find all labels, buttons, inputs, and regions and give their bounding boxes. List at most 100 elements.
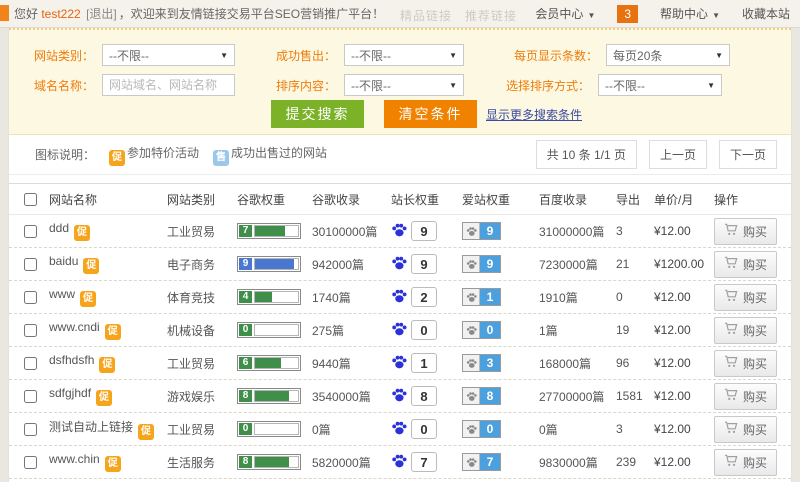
background-nav-links: 精品链接 推荐链接 <box>400 9 518 23</box>
pagerank-value: 9 <box>239 258 252 270</box>
logout-link[interactable]: [退出] <box>86 7 117 21</box>
row-checkbox[interactable] <box>24 389 37 403</box>
baidu-paw-icon <box>391 354 407 373</box>
buy-button[interactable]: 购买 <box>714 316 778 344</box>
member-center-menu[interactable]: 会员中心 ▼ <box>535 5 595 22</box>
baidu-rank-cell: 0 <box>391 419 462 439</box>
site-name-link[interactable]: ddd 促 <box>49 221 91 241</box>
cart-icon <box>724 454 738 470</box>
buy-button[interactable]: 购买 <box>714 217 778 245</box>
more-filters-link[interactable]: 显示更多搜索条件 <box>486 106 582 123</box>
site-name-link[interactable]: www.chin 促 <box>49 452 121 472</box>
table-row: ddd 促 工业贸易 7 30100000篇 9 9 31000000篇 3 ¥12.00 购买 <box>9 215 791 248</box>
row-checkbox[interactable] <box>24 422 37 436</box>
site-name-cell: baidu 促 <box>49 254 167 274</box>
help-center-menu[interactable]: 帮助中心 ▼ <box>660 5 720 22</box>
sort-method-select[interactable]: --不限-- ▼ <box>598 74 723 96</box>
export-count: 0 <box>616 290 623 304</box>
aizhan-rank-cell: 3 <box>462 354 539 372</box>
aizhan-paw-icon <box>463 355 480 371</box>
site-category-select[interactable]: --不限-- ▼ <box>102 44 236 66</box>
row-checkbox-cell <box>9 356 49 370</box>
table-body: ddd 促工业贸易 7 30100000篇 9 9 31000000篇 3 ¥12.00 购买 ba… <box>9 215 791 479</box>
google-pagerank-cell: 8 <box>237 388 312 404</box>
site-name-link[interactable]: baidu 促 <box>49 254 100 274</box>
site-name-link[interactable]: www.cndi 促 <box>49 320 121 340</box>
site-category: 工业贸易 <box>167 224 216 239</box>
baidu-paw-icon <box>391 321 407 340</box>
google-pagerank-cell: 4 <box>237 289 312 305</box>
next-page-button[interactable]: 下一页 <box>718 140 777 169</box>
favorite-site-link[interactable]: 收藏本站 <box>742 5 790 22</box>
legend-promo-text: 参加特价活动 <box>127 145 200 160</box>
promo-icon: 促 <box>138 424 155 440</box>
prev-page-button[interactable]: 上一页 <box>648 140 707 169</box>
buy-button[interactable]: 购买 <box>714 349 778 377</box>
search-filter-panel: 网站类别： --不限-- ▼ 成功售出： --不限-- ▼ 每页显示条数： 每页… <box>9 28 791 135</box>
site-category: 工业贸易 <box>167 422 216 437</box>
buy-button[interactable]: 购买 <box>714 448 778 476</box>
row-checkbox[interactable] <box>24 323 37 337</box>
site-name-link[interactable]: sdfgjhdf 促 <box>49 386 113 406</box>
per-page-select[interactable]: 每页20条 ▼ <box>606 44 731 66</box>
google-pagerank-cell: 0 <box>237 421 312 437</box>
site-name-cell: 测试自动上链接促 <box>49 418 167 440</box>
domain-name-input[interactable] <box>102 74 236 96</box>
message-count-badge[interactable]: 3 <box>617 4 639 23</box>
baidu-index-count: 27700000篇 <box>539 389 605 404</box>
row-checkbox[interactable] <box>24 356 37 370</box>
row-checkbox[interactable] <box>24 257 37 271</box>
total-count: 共 10 条 1/1 页 <box>535 140 637 169</box>
google-index-count: 5820000篇 <box>312 455 371 470</box>
site-name-cell: www.cndi 促 <box>49 320 167 340</box>
buy-button[interactable]: 购买 <box>714 250 778 278</box>
baidu-paw-icon <box>391 222 407 241</box>
row-checkbox-cell <box>9 389 49 403</box>
pagerank-track <box>254 357 299 369</box>
row-checkbox[interactable] <box>24 290 37 304</box>
aizhan-rank-badge: 0 <box>462 321 501 339</box>
select-all-checkbox[interactable] <box>24 192 37 206</box>
google-index-count: 942000篇 <box>312 257 365 272</box>
column-header-10: 操作 <box>714 192 739 207</box>
pagerank-bar: 0 <box>237 322 301 338</box>
site-name-link[interactable]: www 促 <box>49 287 96 307</box>
buy-button-label: 购买 <box>743 422 768 437</box>
aizhan-rank-value: 8 <box>480 388 500 404</box>
aizhan-rank-value: 0 <box>480 421 500 437</box>
row-checkbox[interactable] <box>24 224 37 238</box>
top-bar: 您好 test222 [退出] ，欢迎来到友情链接交易平台SEO营销推广平台！ 精… <box>0 0 800 28</box>
pagerank-bar: 7 <box>237 223 301 239</box>
domain-name-label: 域名名称： <box>34 78 95 93</box>
aizhan-rank-badge: 8 <box>462 387 501 405</box>
row-checkbox[interactable] <box>24 455 37 469</box>
aizhan-rank-cell: 9 <box>462 222 539 240</box>
pagerank-value: 0 <box>239 324 252 336</box>
site-name-link[interactable]: 测试自动上链接促 <box>49 418 155 440</box>
sort-content-select[interactable]: --不限-- ▼ <box>344 74 465 96</box>
submit-search-button[interactable]: 提交搜索 <box>271 100 364 128</box>
topbar-menu: 会员中心 ▼ 3 帮助中心 ▼ 收藏本站 <box>513 4 790 23</box>
row-checkbox-cell <box>9 455 49 469</box>
price-per-month: ¥12.00 <box>654 389 691 403</box>
promo-icon: 促 <box>74 225 91 241</box>
clear-filters-button[interactable]: 清空条件 <box>384 100 477 128</box>
chevron-down-icon: ▼ <box>449 80 458 90</box>
baidu-paw-icon <box>391 420 407 439</box>
column-header-2: 网站类别 <box>167 192 216 207</box>
site-category: 生活服务 <box>167 455 216 470</box>
site-name-link[interactable]: dsfhdsfh 促 <box>49 353 116 373</box>
buy-button[interactable]: 购买 <box>714 415 778 443</box>
site-name-cell: sdfgjhdf 促 <box>49 386 167 406</box>
cart-icon <box>724 289 738 305</box>
pagerank-value: 7 <box>239 225 252 237</box>
buy-button[interactable]: 购买 <box>714 382 778 410</box>
aizhan-rank-badge: 9 <box>462 255 501 273</box>
aizhan-rank-value: 1 <box>480 289 500 305</box>
buy-button[interactable]: 购买 <box>714 283 778 311</box>
per-page-value: 每页20条 <box>613 48 663 63</box>
aizhan-rank-badge: 1 <box>462 288 501 306</box>
sold-status-select[interactable]: --不限-- ▼ <box>344 44 465 66</box>
price-per-month: ¥12.00 <box>654 422 691 436</box>
row-checkbox-cell <box>9 290 49 304</box>
